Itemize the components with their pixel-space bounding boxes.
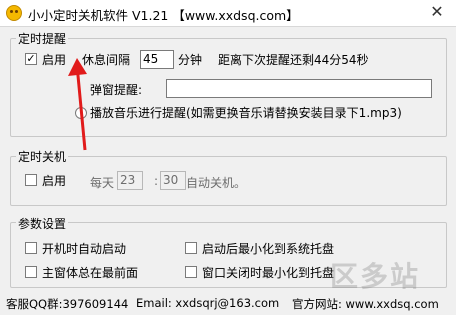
website-text[interactable]: 官方网站: www.xxdsq.com xyxy=(292,296,439,312)
reminder-enable-checkbox[interactable]: ✓ xyxy=(25,53,37,65)
watermark-logo: 区多站 xyxy=(330,260,421,293)
shutdown-enable-label: 启用 xyxy=(42,174,67,188)
minute-input[interactable]: 30 xyxy=(160,171,186,190)
window-title: 小小定时关机软件 V1.21 【www.xxdsq.com】 xyxy=(28,8,299,23)
shutdown-enable-checkbox[interactable] xyxy=(25,174,37,186)
minimize-tray-checkbox[interactable] xyxy=(185,242,197,254)
time-separator: : xyxy=(154,174,159,188)
close-tray-label: 窗口关闭时最小化到托盘 xyxy=(202,266,335,280)
qq-group-text: 客服QQ群:397609144 xyxy=(6,297,129,311)
interval-unit-label: 分钟 xyxy=(178,53,203,67)
music-radio[interactable] xyxy=(75,107,87,119)
email-text: Email: xxdsqrj@163.com xyxy=(136,296,280,310)
countdown-text: 距离下次提醒还剩44分54秒 xyxy=(218,53,369,67)
settings-group-legend: 参数设置 xyxy=(16,215,69,232)
autostart-label: 开机时自动启动 xyxy=(42,242,127,256)
hour-input[interactable]: 23 xyxy=(117,171,143,190)
reminder-enable-label: 启用 xyxy=(42,53,67,67)
auto-shutdown-label: 自动关机。 xyxy=(186,176,247,190)
title-bar[interactable]: 小小定时关机软件 V1.21 【www.xxdsq.com】 ✕ xyxy=(0,0,456,27)
popup-input[interactable] xyxy=(166,79,432,98)
always-top-label: 主窗体总在最前面 xyxy=(42,266,139,280)
interval-label: 休息间隔 xyxy=(82,53,131,67)
daily-label: 每天 xyxy=(90,176,115,190)
close-tray-checkbox[interactable] xyxy=(185,266,197,278)
music-label: 播放音乐进行提醒(如需更换音乐请替换安装目录下1.mp3) xyxy=(90,106,402,120)
reminder-group-legend: 定时提醒 xyxy=(16,30,69,47)
autostart-checkbox[interactable] xyxy=(25,242,37,254)
app-icon xyxy=(6,5,22,21)
close-button[interactable]: ✕ xyxy=(424,1,450,23)
interval-input[interactable]: 45 xyxy=(140,50,174,69)
popup-label: 弹窗提醒: xyxy=(90,83,143,97)
shutdown-group-legend: 定时关机 xyxy=(16,148,69,165)
minimize-tray-label: 启动后最小化到系统托盘 xyxy=(202,242,335,256)
always-top-checkbox[interactable] xyxy=(25,266,37,278)
